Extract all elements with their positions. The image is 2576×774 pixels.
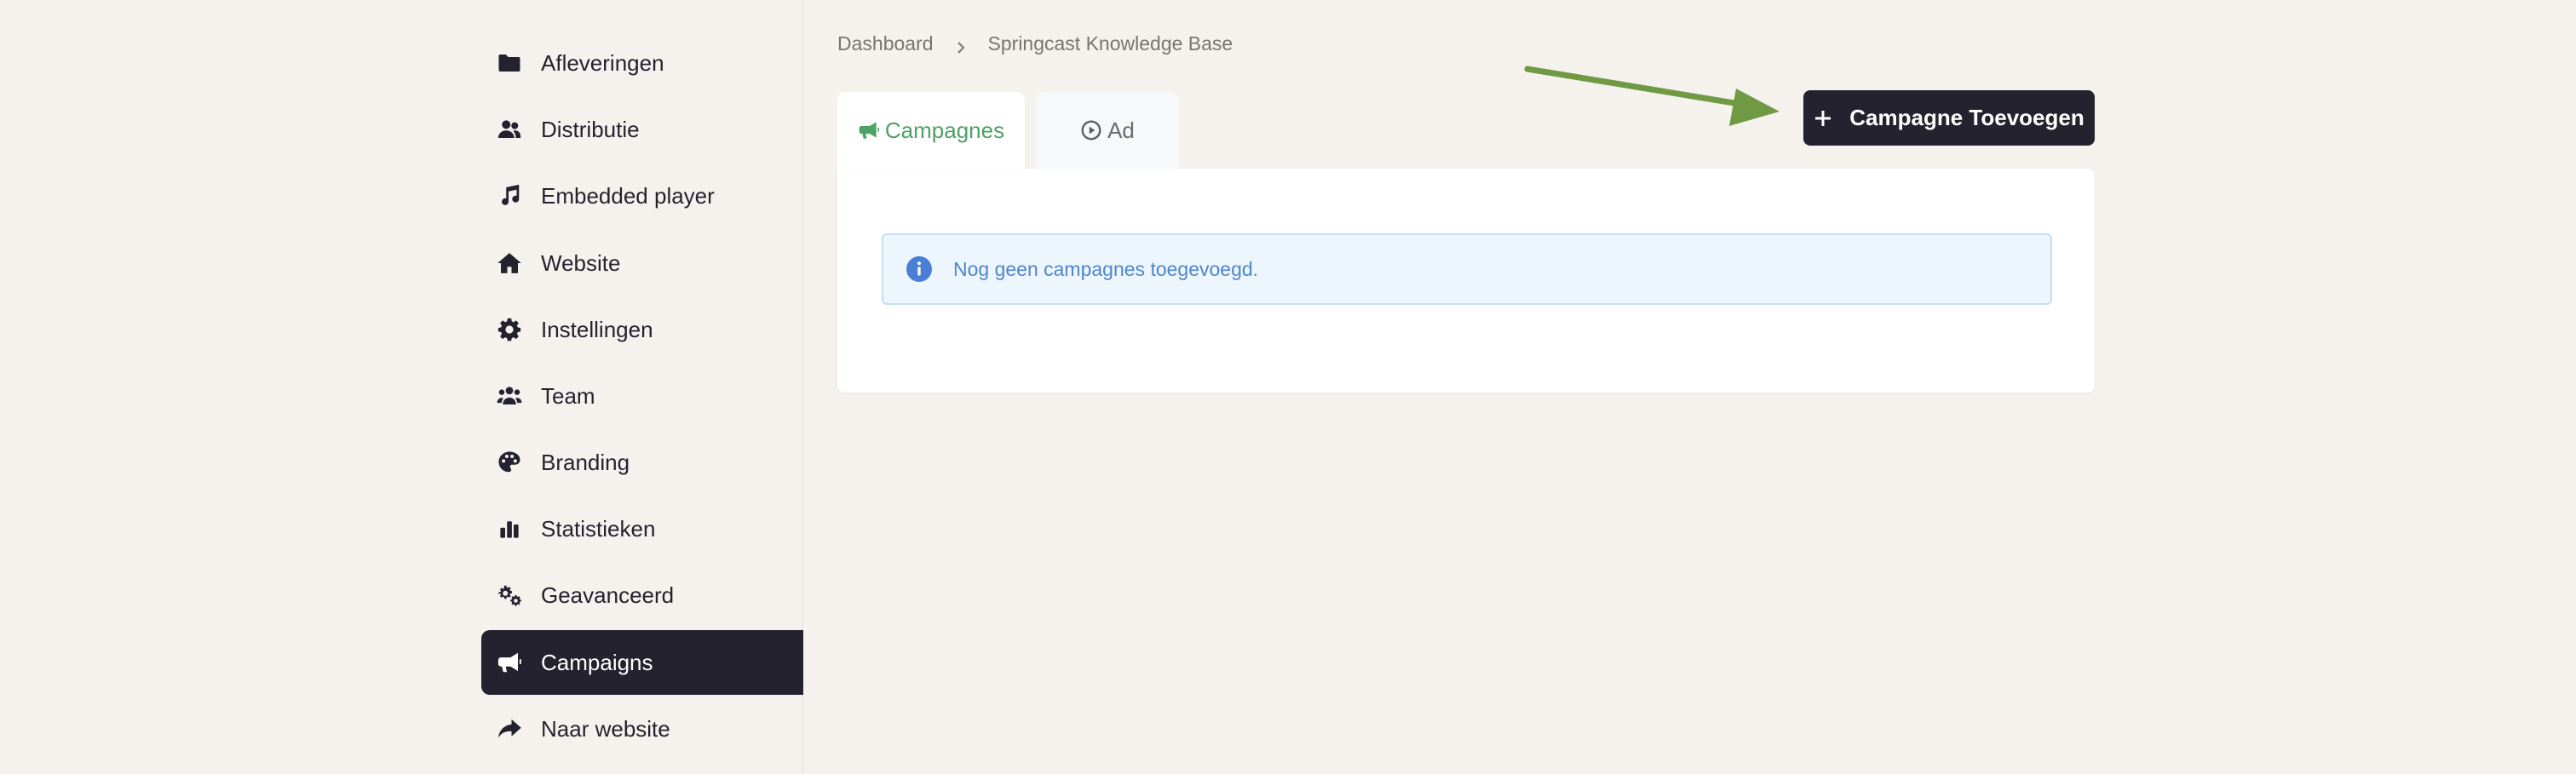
empty-state-alert: Nog geen campagnes toegevoegd. (882, 233, 2052, 305)
sidebar-item-team[interactable]: Team (481, 364, 803, 428)
sidebar-item-label: Instellingen (541, 316, 653, 342)
team-icon (495, 381, 524, 410)
info-icon (906, 255, 933, 283)
sidebar-item-label: Embedded player (541, 182, 715, 209)
sidebar-item-label: Naar website (541, 715, 670, 742)
breadcrumb-item-current: Springcast Knowledge Base (987, 32, 1233, 54)
sidebar-item-branding[interactable]: Branding (481, 430, 803, 495)
sidebar-item-label: Team (541, 382, 595, 409)
tab-ad[interactable]: Ad (1036, 92, 1179, 169)
tab-label: Ad (1107, 117, 1135, 143)
users-icon (495, 115, 524, 144)
palette-icon (495, 448, 524, 477)
sidebar-item-label: Geavanceerd (541, 582, 675, 608)
breadcrumb: Dashboard Springcast Knowledge Base (837, 31, 1233, 56)
tab-label: Campagnes (884, 117, 1005, 143)
play-circle-icon (1080, 119, 1102, 141)
sidebar-item-website[interactable]: Website (481, 231, 803, 295)
sidebar-item-label: Distributie (541, 116, 640, 142)
bar-chart-icon (495, 514, 524, 543)
sidebar-item-label: Website (541, 249, 621, 276)
sidebar: Afleveringen Distributie Embedded player… (0, 0, 803, 774)
home-icon (495, 249, 524, 278)
folder-icon (495, 49, 524, 77)
sidebar-item-naar-website[interactable]: Naar website (481, 697, 803, 761)
sidebar-item-afleveringen[interactable]: Afleveringen (481, 31, 803, 95)
megaphone-icon (495, 648, 524, 677)
tab-campagnes[interactable]: Campagnes (837, 92, 1025, 169)
chevron-right-icon (956, 37, 966, 54)
sidebar-item-campaigns[interactable]: Campaigns (481, 630, 803, 695)
sidebar-item-label: Afleveringen (541, 49, 664, 76)
plus-icon (1814, 109, 1832, 128)
annotation-arrow (1524, 66, 1780, 126)
sidebar-item-label: Campaigns (541, 649, 653, 675)
sidebar-item-distributie[interactable]: Distributie (481, 97, 803, 162)
alert-message: Nog geen campagnes toegevoegd. (953, 257, 1259, 280)
sidebar-item-embedded-player[interactable]: Embedded player (481, 163, 803, 228)
gear-icon (495, 315, 524, 344)
sidebar-item-label: Branding (541, 449, 630, 475)
share-arrow-icon (495, 714, 524, 743)
campaigns-panel: Nog geen campagnes toegevoegd. (837, 169, 2095, 393)
music-note-icon (495, 181, 524, 210)
sidebar-item-instellingen[interactable]: Instellingen (481, 297, 803, 362)
add-campaign-button[interactable]: Campagne Toevoegen (1803, 90, 2095, 146)
sidebar-item-geavanceerd[interactable]: Geavanceerd (481, 563, 803, 628)
sidebar-item-statistieken[interactable]: Statistieken (481, 496, 803, 561)
gears-icon (495, 581, 524, 610)
sidebar-item-label: Statistieken (541, 515, 656, 542)
breadcrumb-item-dashboard[interactable]: Dashboard (837, 32, 934, 55)
add-campaign-label: Campagne Toevoegen (1849, 105, 2084, 130)
megaphone-icon (858, 119, 880, 141)
